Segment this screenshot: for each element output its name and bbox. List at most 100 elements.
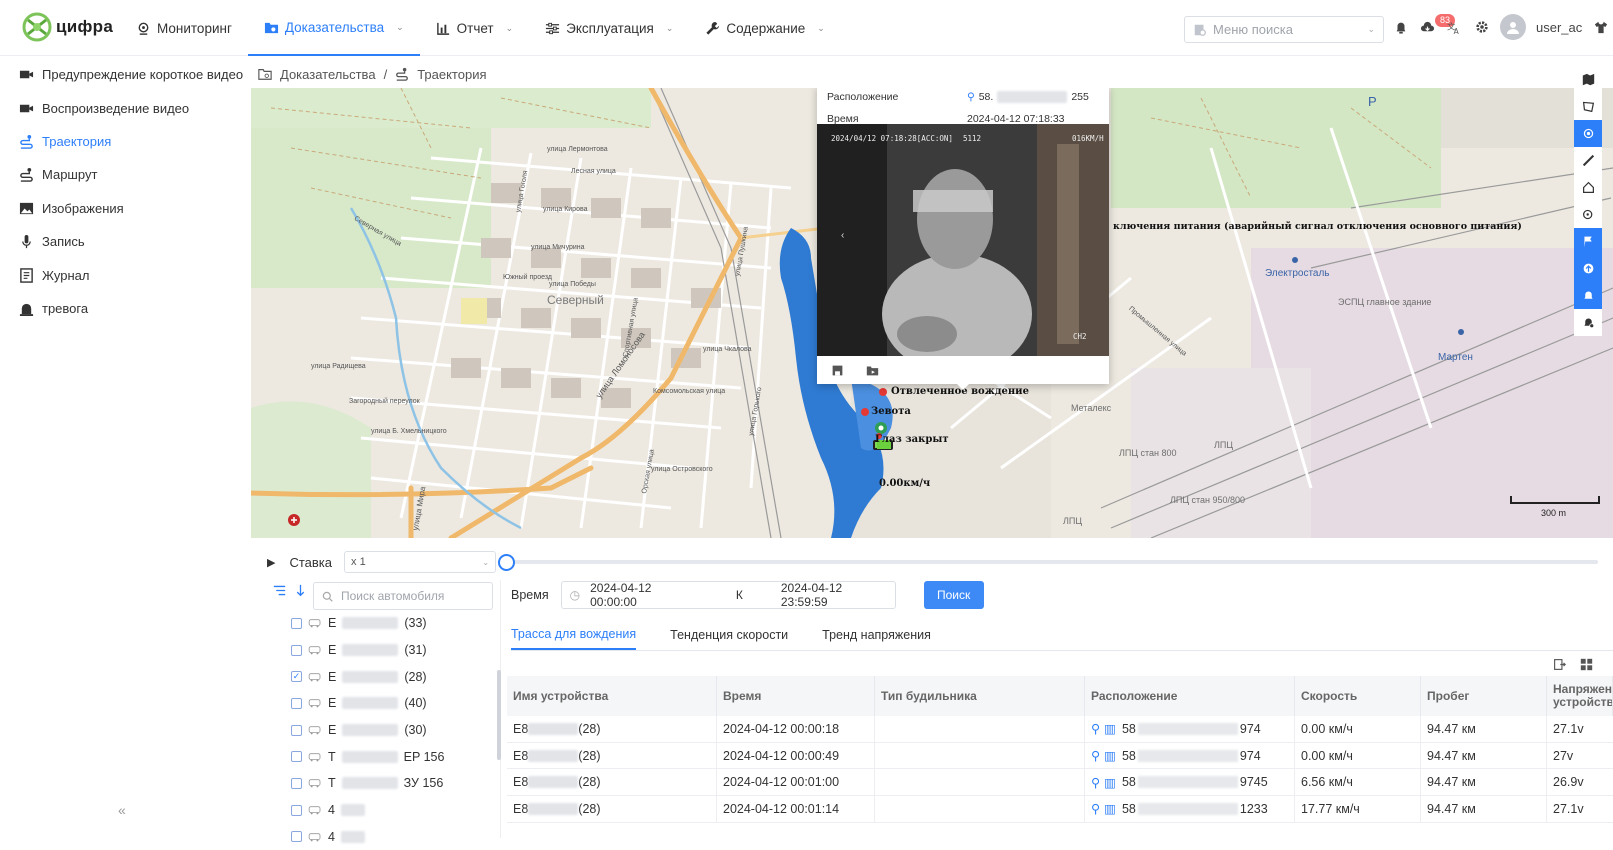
map-flag-button[interactable] (1574, 228, 1602, 255)
save-image-icon[interactable] (831, 364, 844, 377)
date-end[interactable]: 2024-04-12 23:59:59 (781, 581, 887, 609)
tab-driving-track[interactable]: Трасса для вождения (511, 620, 636, 650)
nav-evidence[interactable]: Доказательства ⌄ (248, 0, 420, 56)
username[interactable]: user_ac (1536, 20, 1582, 35)
sidebar-item-log[interactable]: Журнал (0, 258, 250, 291)
chevron-down-icon: ⌄ (396, 22, 404, 33)
vehicle-checkbox[interactable] (291, 671, 302, 682)
column-header-time[interactable]: Время (717, 676, 875, 716)
tab-voltage-trend[interactable]: Тренд напряжения (822, 620, 931, 650)
vehicle-checkbox[interactable] (291, 778, 302, 789)
map-icon[interactable]: ▥ (1104, 748, 1116, 763)
gear-icon[interactable] (1473, 19, 1490, 36)
table-row[interactable]: E8(28) 2024-04-12 00:01:14 ⚲▥581233 17.7… (507, 796, 1613, 823)
vehicle-checkbox[interactable] (291, 698, 302, 709)
vehicle-checkbox[interactable] (291, 831, 302, 842)
sidebar-item-video-playback[interactable]: Воспроизведение видео (0, 91, 250, 124)
list-item[interactable]: TЗУ 156 (291, 770, 491, 797)
column-header-voltage[interactable]: Напряжение устройства (1547, 676, 1613, 716)
translate-icon[interactable]: 文A (1446, 19, 1463, 36)
map-icon[interactable]: ▥ (1104, 775, 1116, 790)
table-row[interactable]: E8(28) 2024-04-12 00:00:49 ⚲▥58974 0.00 … (507, 743, 1613, 770)
map-home-button[interactable] (1574, 174, 1602, 201)
location-pin-icon[interactable]: ⚲ (1091, 721, 1100, 736)
sidebar-item-alarm[interactable]: тревога (0, 292, 250, 325)
list-item[interactable]: TEP 156 (291, 743, 491, 770)
vehicle-checkbox[interactable] (291, 618, 302, 629)
column-header-device[interactable]: Имя устройства (507, 676, 717, 716)
nav-report[interactable]: Отчет ⌄ (420, 0, 530, 56)
list-item[interactable]: E(31) (291, 637, 491, 664)
nav-monitoring[interactable]: Мониторинг (120, 0, 248, 56)
vehicle-checkbox[interactable] (291, 805, 302, 816)
export-icon[interactable] (1553, 658, 1566, 671)
play-button[interactable]: ▶ (267, 556, 275, 569)
map-layers-button[interactable] (1574, 66, 1602, 93)
map-alert-button[interactable] (1574, 282, 1602, 309)
breadcrumb-root[interactable]: Доказательства (280, 67, 376, 82)
list-item[interactable]: E(30) (291, 717, 491, 744)
vehicle-list-scrollbar[interactable] (497, 670, 501, 760)
street-label: улица Островского (651, 466, 713, 473)
map-icon[interactable]: ▥ (1104, 801, 1116, 816)
search-button[interactable]: Поиск (924, 581, 984, 609)
playback-slider-thumb[interactable] (498, 554, 515, 571)
date-start[interactable]: 2024-04-12 00:00:00 (590, 581, 696, 609)
map-draw-polygon-button[interactable] (1574, 93, 1602, 120)
cell-time: 2024-04-12 00:01:00 (717, 769, 875, 795)
vehicle-checkbox[interactable] (291, 645, 302, 656)
map-upload-button[interactable] (1574, 255, 1602, 282)
map-camera-button[interactable] (1574, 201, 1602, 228)
map-icon[interactable]: ▥ (1104, 721, 1116, 736)
list-item[interactable]: 4 (291, 824, 491, 850)
column-header-mileage[interactable]: Пробег (1421, 676, 1547, 716)
rate-select[interactable]: x 1 ⌄ (344, 551, 496, 573)
cloud-download-icon[interactable]: 83 (1419, 19, 1436, 36)
video-prev-icon[interactable]: ‹ (841, 230, 844, 241)
sidebar-item-trajectory[interactable]: Траектория (0, 125, 250, 158)
map-locate-button[interactable] (1574, 120, 1602, 147)
location-pin-icon[interactable]: ⚲ (1091, 775, 1100, 790)
nav-operation[interactable]: Эксплуатация ⌄ (529, 0, 689, 56)
cell-mileage: 94.47 км (1421, 796, 1547, 822)
sort-down-icon[interactable] (294, 584, 307, 597)
shirt-icon[interactable] (1592, 19, 1609, 36)
list-item[interactable]: E(33) (291, 610, 491, 637)
date-range-picker[interactable]: ◷ 2024-04-12 00:00:00 К 2024-04-12 23:59… (561, 581, 896, 609)
vehicle-name-prefix: T (328, 750, 336, 764)
table-row[interactable]: E8(28) 2024-04-12 00:01:00 ⚲▥589745 6.56… (507, 769, 1613, 796)
popup-video-player[interactable]: 2024/04/12 07:18:28[ACC:ON] 5112 016KM/H… (817, 124, 1109, 356)
map[interactable]: Северный Электросталь Мартен Металекс ЭС… (251, 88, 1613, 538)
avatar[interactable] (1500, 14, 1526, 40)
list-item[interactable]: E(40) (291, 690, 491, 717)
vehicle-search-input[interactable]: Поиск автомобиля (313, 582, 493, 610)
tab-speed-trend[interactable]: Тенденция скорости (670, 620, 788, 650)
list-filter-icon[interactable] (273, 584, 286, 597)
app-logo[interactable]: цифра (22, 12, 113, 42)
location-pin-icon[interactable]: ⚲ (1091, 801, 1100, 816)
alarm-bell-icon[interactable] (1392, 19, 1409, 36)
nav-maintenance[interactable]: Содержание ⌄ (689, 0, 840, 56)
location-pin-icon[interactable]: ⚲ (1091, 748, 1100, 763)
vehicle-checkbox[interactable] (291, 751, 302, 762)
menu-search-select[interactable]: Меню поиска ⌄ (1184, 16, 1384, 43)
vehicle-checkbox[interactable] (291, 725, 302, 736)
event-label-yawn[interactable]: Зевота (871, 406, 911, 417)
sidebar-item-alarm-short-video[interactable]: Предупреждение короткое видео (0, 58, 250, 91)
list-item[interactable]: E(28) (291, 663, 491, 690)
sidebar-item-route[interactable]: Маршрут (0, 158, 250, 191)
sidebar-item-recording[interactable]: Запись (0, 225, 250, 258)
sidebar-item-images[interactable]: Изображения (0, 192, 250, 225)
table-row[interactable]: E8(28) 2024-04-12 00:00:18 ⚲▥58974 0.00 … (507, 716, 1613, 743)
map-measure-button[interactable] (1574, 147, 1602, 174)
map-bell-settings-button[interactable] (1574, 309, 1602, 336)
column-header-speed[interactable]: Скорость (1295, 676, 1421, 716)
event-label-eyes-closed[interactable]: Глаз закрыт (875, 434, 949, 445)
list-item[interactable]: 4 (291, 797, 491, 824)
folder-video-icon[interactable] (866, 364, 879, 377)
sidebar-collapse-button[interactable]: « (118, 802, 126, 818)
column-header-location[interactable]: Расположение (1085, 676, 1295, 716)
playback-slider-track[interactable] (508, 560, 1598, 564)
grid-icon[interactable] (1580, 658, 1593, 671)
column-header-alarm-type[interactable]: Тип будильника (875, 676, 1085, 716)
